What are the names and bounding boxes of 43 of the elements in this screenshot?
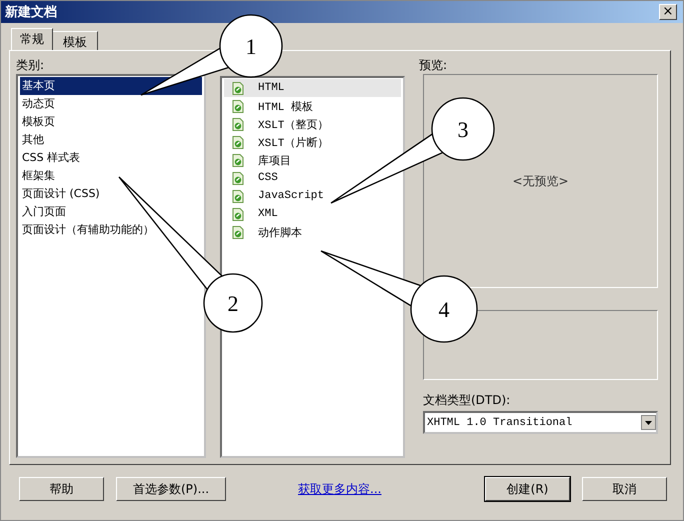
preferences-button[interactable]: 首选参数(P)... <box>116 477 226 501</box>
document-icon <box>232 190 244 202</box>
category-item[interactable]: 入门页面 <box>20 203 202 221</box>
doctype-label: 文档类型(DTD): <box>423 392 512 409</box>
preview-text: <无预览> <box>512 172 569 190</box>
tab[interactable]: 模板 <box>52 31 98 50</box>
category-item[interactable]: 基本页 <box>20 77 202 95</box>
page-type-item[interactable]: 动作脚本 <box>224 223 306 241</box>
category-item[interactable]: 页面设计 (CSS) <box>20 185 202 203</box>
preview-label: 预览: <box>419 57 448 74</box>
tab[interactable]: 常规 <box>11 28 53 50</box>
window-title: 新建文档 <box>5 4 57 21</box>
page-type-item[interactable]: 库项目 <box>224 151 295 169</box>
category-item[interactable]: 页面设计（有辅助功能的） <box>20 221 202 239</box>
more-content-link[interactable]: 获取更多内容... <box>298 480 382 498</box>
category-item[interactable]: 框架集 <box>20 167 202 185</box>
page-type-item[interactable]: CSS <box>224 169 282 187</box>
close-button[interactable]: × <box>659 4 677 20</box>
category-item[interactable]: 模板页 <box>20 113 202 131</box>
category-label: 类别: <box>16 57 46 74</box>
cancel-button[interactable]: 取消 <box>582 477 667 501</box>
document-icon <box>232 208 244 220</box>
category-item[interactable]: 其他 <box>20 131 202 149</box>
document-icon <box>232 226 244 238</box>
page-type-item[interactable]: HTML 模板 <box>224 97 318 115</box>
callout-bubble: 3 <box>330 97 495 204</box>
page-type-item[interactable]: JavaScript <box>224 187 328 205</box>
page-type-item[interactable]: XSLT（整页） <box>224 115 332 133</box>
document-icon <box>232 82 244 94</box>
document-icon <box>232 136 244 148</box>
document-icon <box>232 118 244 130</box>
document-icon <box>232 172 244 184</box>
category-item[interactable]: 动态页 <box>20 95 202 113</box>
document-icon <box>232 154 244 166</box>
page-type-item[interactable]: XML <box>224 205 282 223</box>
callout-bubble: 4 <box>320 250 478 343</box>
create-button[interactable]: 创建(R) <box>485 477 570 501</box>
category-item[interactable]: CSS 样式表 <box>20 149 202 167</box>
doctype-dropdown[interactable]: XHTML 1.0 Transitional <box>423 411 658 434</box>
page-type-item[interactable]: XSLT（片断） <box>224 133 332 151</box>
help-button[interactable]: 帮助 <box>19 477 104 501</box>
page-type-item[interactable]: HTML <box>224 79 401 97</box>
document-icon <box>232 100 244 112</box>
